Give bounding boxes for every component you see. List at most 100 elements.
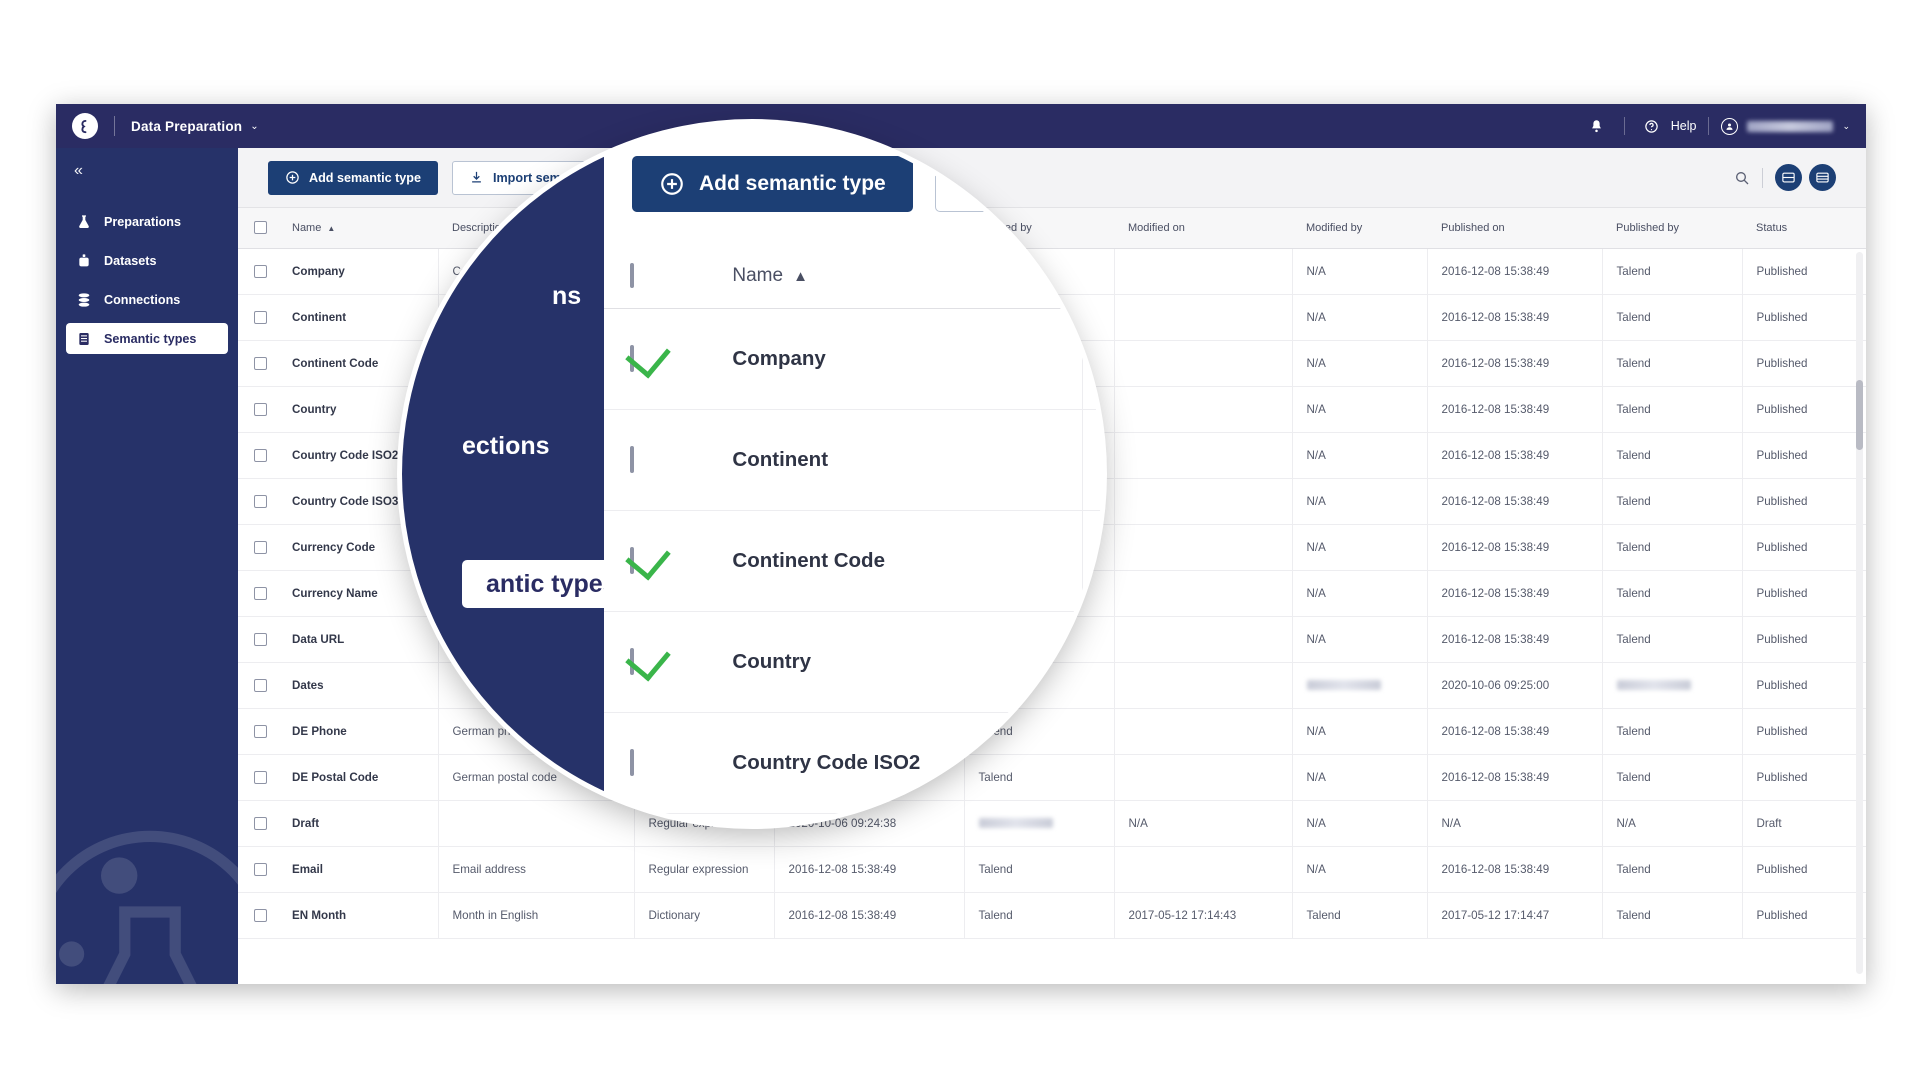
row-checkbox[interactable] <box>254 310 267 324</box>
magnified-row-checkbox-cell[interactable] <box>604 813 711 824</box>
cell-published-on: 2016-12-08 15:38:49 <box>1427 294 1603 341</box>
sidebar-item-preparations[interactable]: Preparations <box>66 206 228 237</box>
magnified-row-checkbox-cell[interactable] <box>604 611 711 713</box>
help-label[interactable]: Help <box>1671 119 1697 133</box>
row-checkbox[interactable] <box>254 264 267 278</box>
magnified-add-semantic-type-button[interactable]: Add semantic type <box>632 156 913 212</box>
download-icon <box>962 171 988 197</box>
row-checkbox-cell[interactable] <box>238 294 278 341</box>
magnified-import-semantic-types-button[interactable]: Import semantic ty <box>934 156 1102 212</box>
search-icon[interactable] <box>1734 170 1750 186</box>
row-checkbox[interactable] <box>254 724 267 738</box>
row-checkbox[interactable] <box>254 862 267 876</box>
row-checkbox-cell[interactable] <box>238 248 278 295</box>
cell-status: Published <box>1742 294 1866 341</box>
magnified-row-checkbox-cell[interactable] <box>604 308 711 410</box>
row-checkbox[interactable] <box>630 748 634 776</box>
cell-modified-by: N/A <box>1292 570 1428 617</box>
row-checkbox[interactable] <box>254 356 267 370</box>
bell-icon[interactable] <box>1582 111 1612 141</box>
app-title-chevron-down-icon[interactable]: ⌄ <box>250 121 258 132</box>
magnified-table-row[interactable]: CountryCountry Name (EN+FR)Dictionary <box>604 611 1102 713</box>
table-vertical-scrollbar[interactable] <box>1856 252 1863 974</box>
sidebar-item-label: Semantic types <box>104 331 197 346</box>
row-checkbox[interactable] <box>254 494 267 508</box>
magnified-cell-name: Continent Code <box>710 510 1084 612</box>
row-checkbox[interactable] <box>254 632 267 646</box>
sidebar-item-label: Datasets <box>104 253 157 268</box>
cell-modified-by: N/A <box>1292 432 1428 479</box>
row-checkbox[interactable] <box>254 816 267 830</box>
row-checkbox[interactable] <box>254 678 267 692</box>
row-checkbox-checked[interactable] <box>630 344 634 372</box>
row-checkbox-cell[interactable] <box>238 846 278 893</box>
magnified-nav-fragment-connections: ections <box>462 432 550 460</box>
row-checkbox-cell[interactable] <box>238 800 278 847</box>
magnified-row-checkbox-cell[interactable] <box>604 409 711 511</box>
cell-status: Published <box>1742 432 1866 479</box>
magnified-table-row[interactable]: Country Code ISO3Country code of ISO31…D… <box>604 813 1102 824</box>
cell-published-by: Talend <box>1602 708 1743 755</box>
row-checkbox[interactable] <box>254 770 267 784</box>
row-checkbox[interactable] <box>254 448 267 462</box>
topbar-divider-2 <box>1623 117 1625 135</box>
column-header-modified-by[interactable]: Modified by <box>1292 208 1427 249</box>
user-menu-chevron-down-icon[interactable]: ⌄ <box>1842 121 1850 132</box>
magnified-row-checkbox-cell[interactable] <box>604 510 711 612</box>
row-checkbox-cell[interactable] <box>238 432 278 479</box>
row-checkbox-checked[interactable] <box>630 546 634 574</box>
cell-published-on: 2020-10-06 09:25:00 <box>1427 662 1603 709</box>
sidebar-item-datasets[interactable]: Datasets <box>66 245 228 276</box>
column-header-modified-on[interactable]: Modified on <box>1114 208 1292 249</box>
magnified-cell-name: Country Code ISO2 <box>710 712 1084 814</box>
magnified-cell-name: Country Code ISO3 <box>710 813 1084 824</box>
sidebar-item-semantic-types[interactable]: Semantic types <box>66 323 228 354</box>
magnified-table-row[interactable]: ContinentContinent name (multi…Dictionar… <box>604 409 1102 511</box>
row-checkbox[interactable] <box>254 540 267 554</box>
column-header-published-on[interactable]: Published on <box>1427 208 1602 249</box>
magnified-select-all-header[interactable] <box>604 244 711 309</box>
cell-status: Draft <box>1742 800 1866 847</box>
row-checkbox-cell[interactable] <box>238 524 278 571</box>
magnified-column-header-name[interactable]: Name ▲ <box>710 244 1083 309</box>
select-all-header[interactable] <box>238 208 278 249</box>
cell-modified-on: N/A <box>1114 800 1293 847</box>
row-checkbox-cell[interactable] <box>238 662 278 709</box>
column-header-status[interactable]: Status <box>1742 208 1866 249</box>
select-all-checkbox[interactable] <box>254 221 267 235</box>
help-circle-icon[interactable] <box>1637 111 1667 141</box>
magnified-row-checkbox-cell[interactable] <box>604 712 711 814</box>
row-checkbox-cell[interactable] <box>238 708 278 755</box>
cell-published-by: Talend <box>1602 524 1743 571</box>
magnified-column-header-description[interactable]: Description <box>1082 244 1102 309</box>
row-checkbox-cell[interactable] <box>238 340 278 387</box>
magnified-table-row[interactable]: CompanyCompany NamesDictionary <box>604 308 1102 410</box>
row-checkbox-checked[interactable] <box>630 647 634 675</box>
magnified-select-all-checkbox[interactable] <box>630 262 634 288</box>
magnified-table-row[interactable]: Continent CodeContinent codeDictionary <box>604 510 1102 612</box>
row-checkbox-cell[interactable] <box>238 570 278 617</box>
row-checkbox[interactable] <box>630 445 634 473</box>
magnified-cell-description: Country code of ISO31… <box>1082 712 1102 814</box>
table-row[interactable]: Email Email address Regular expression 2016… <box>238 846 1866 893</box>
row-checkbox-cell[interactable] <box>238 754 278 801</box>
row-checkbox-cell[interactable] <box>238 616 278 663</box>
sidebar-item-label: Preparations <box>104 214 181 229</box>
row-checkbox-cell[interactable] <box>238 892 278 939</box>
row-checkbox-cell[interactable] <box>238 386 278 433</box>
magnified-table-row[interactable]: Country Code ISO2Country code of ISO31…D… <box>604 712 1102 814</box>
row-checkbox[interactable] <box>254 908 267 922</box>
list-view-icon[interactable] <box>1775 164 1802 191</box>
table-view-icon[interactable] <box>1809 164 1836 191</box>
talend-logo-icon[interactable] <box>72 113 98 139</box>
row-checkbox[interactable] <box>254 586 267 600</box>
sidebar-collapse-icon[interactable]: « <box>56 148 238 180</box>
row-checkbox-cell[interactable] <box>238 478 278 525</box>
column-header-published-by[interactable]: Published by <box>1602 208 1742 249</box>
user-avatar-icon[interactable] <box>1721 117 1739 135</box>
sidebar-item-connections[interactable]: Connections <box>66 284 228 315</box>
row-checkbox[interactable] <box>254 402 267 416</box>
table-row[interactable]: EN Month Month in English Dictionary 2016-1… <box>238 892 1866 939</box>
cell-modified-on <box>1114 340 1293 387</box>
scrollbar-thumb[interactable] <box>1856 380 1863 450</box>
